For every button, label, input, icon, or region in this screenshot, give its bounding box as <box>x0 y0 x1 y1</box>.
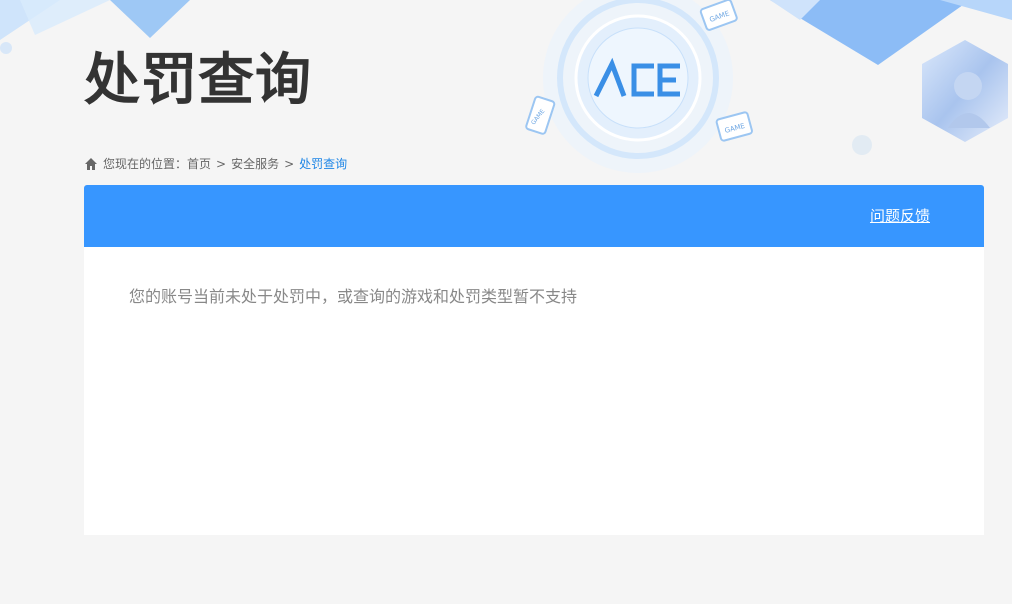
breadcrumb-item-current: 处罚查询 <box>299 157 348 171</box>
status-message: 您的账号当前未处于处罚中，或查询的游戏和处罚类型暂不支持 <box>129 287 578 306</box>
hexagon-portrait-decoration <box>922 40 1008 142</box>
page-title: 处罚查询 <box>84 48 312 113</box>
breadcrumb: 您现在的位置： 首页 > 安全服务 > 处罚查询 <box>84 155 347 173</box>
feedback-link[interactable]: 问题反馈 <box>870 206 930 226</box>
svg-text:GAME: GAME <box>724 122 746 135</box>
panel-header-bar: 问题反馈 <box>84 185 984 247</box>
breadcrumb-separator: > <box>284 157 295 171</box>
breadcrumb-item-home[interactable]: 首页 <box>187 155 211 173</box>
decorative-triangles-right <box>770 0 1012 65</box>
svg-text:GAME: GAME <box>530 108 547 126</box>
breadcrumb-separator: > <box>216 157 227 171</box>
svg-text:GAME: GAME <box>708 9 730 24</box>
home-icon <box>85 158 97 170</box>
breadcrumb-prefix: 您现在的位置： <box>103 157 188 171</box>
ace-emblem-decoration: GAME GAME GAME <box>525 0 753 173</box>
result-panel: 您的账号当前未处于处罚中，或查询的游戏和处罚类型暂不支持 <box>84 247 984 535</box>
breadcrumb-item-security-services[interactable]: 安全服务 <box>231 155 279 173</box>
